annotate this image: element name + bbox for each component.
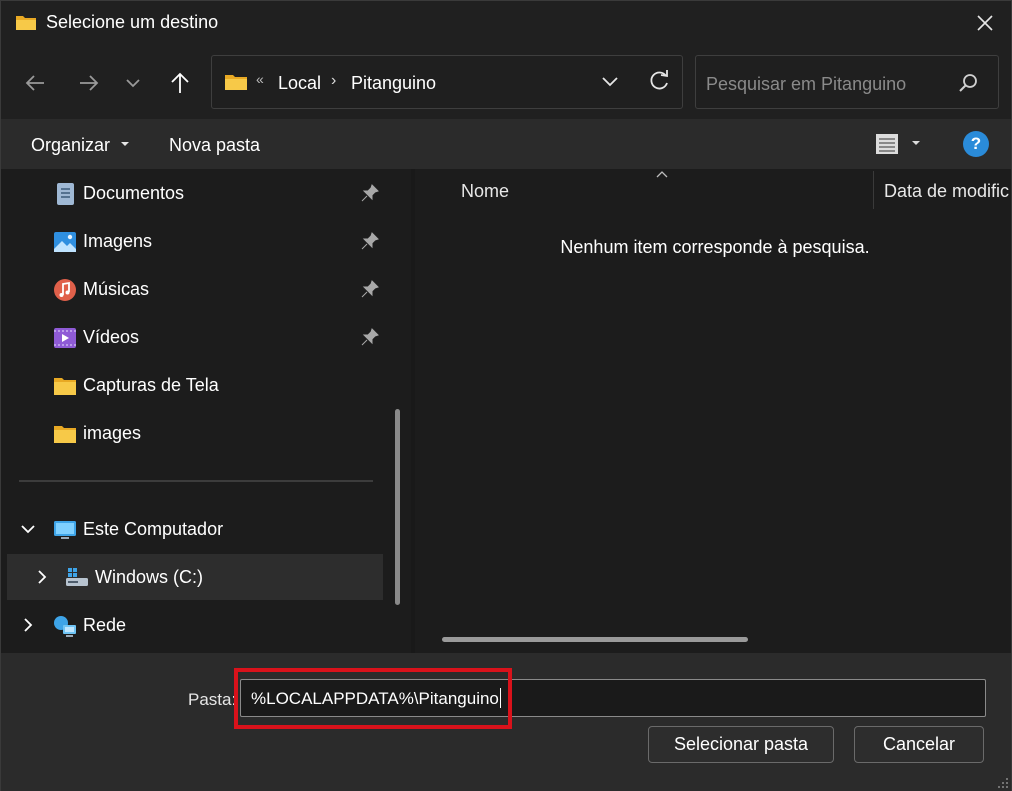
breadcrumb-local[interactable]: Local	[278, 73, 321, 94]
column-header-nome[interactable]: Nome	[461, 181, 509, 202]
dialog-footer: Pasta: %LOCALAPPDATA%\Pitanguino Selecio…	[1, 653, 1011, 791]
sidebar-item-label: Imagens	[83, 231, 153, 251]
organize-menu[interactable]: Organizar	[31, 135, 131, 156]
sidebar-item-videos[interactable]: Vídeos	[7, 314, 383, 360]
chevron-right-icon[interactable]	[33, 568, 51, 586]
sidebar-item-label: Capturas de Tela	[83, 375, 219, 395]
select-folder-button[interactable]: Selecionar pasta	[648, 726, 834, 763]
back-button[interactable]	[17, 67, 53, 99]
arrow-up-icon	[171, 72, 189, 93]
overflow-chevrons[interactable]: «	[256, 71, 264, 87]
close-icon	[977, 15, 993, 31]
folder-icon	[54, 378, 76, 395]
drive-icon	[66, 568, 88, 586]
sidebar-item-windows-c[interactable]: Windows (C:)	[7, 554, 383, 600]
details-view-icon[interactable]	[873, 131, 901, 157]
caret-down-icon	[121, 142, 130, 146]
folder-icon	[225, 75, 247, 90]
folder-icon	[16, 16, 36, 30]
sidebar-item-rede[interactable]: Rede	[7, 602, 383, 648]
sidebar-item-imagens[interactable]: Imagens	[7, 218, 383, 264]
chevron-down-icon[interactable]	[19, 520, 37, 538]
sidebar-item-documentos[interactable]: Documentos	[7, 170, 383, 216]
chevron-right-icon[interactable]	[19, 616, 37, 634]
sidebar-item-label: Documentos	[83, 183, 185, 203]
arrow-left-icon	[25, 75, 44, 91]
chevron-down-icon	[126, 79, 140, 88]
navigation-pane: Documentos Imagens Músicas Vídeos Captur…	[1, 169, 411, 653]
breadcrumb-separator[interactable]: ›	[331, 72, 336, 90]
recent-locations-button[interactable]	[115, 67, 151, 99]
sidebar-item-label: Rede	[83, 615, 127, 635]
sidebar-item-label: Vídeos	[83, 327, 140, 347]
sidebar-item-label: Músicas	[83, 279, 150, 299]
highlight-annotation	[234, 668, 512, 729]
column-divider[interactable]	[873, 171, 874, 209]
document-icon	[57, 183, 74, 205]
organize-label: Organizar	[31, 135, 111, 155]
arrow-right-icon	[80, 75, 99, 91]
command-bar: Organizar Nova pasta ?	[1, 119, 1011, 169]
network-icon	[54, 616, 76, 637]
sidebar-item-label: Windows (C:)	[95, 567, 204, 587]
pin-icon[interactable]	[361, 232, 379, 250]
music-icon	[54, 279, 76, 301]
empty-state: Nenhum item corresponde à pesquisa.	[415, 237, 1011, 258]
sidebar-item-images[interactable]: images	[7, 410, 383, 456]
search-icon[interactable]	[958, 72, 980, 94]
new-folder-button[interactable]: Nova pasta	[169, 135, 260, 156]
pin-icon[interactable]	[361, 184, 379, 202]
caret-down-icon[interactable]	[909, 136, 923, 150]
folder-field-label: Pasta:	[188, 690, 237, 709]
computer-icon	[54, 521, 76, 539]
help-icon[interactable]: ?	[963, 131, 989, 157]
folder-icon	[54, 426, 76, 443]
empty-message: Nenhum item corresponde à pesquisa.	[560, 237, 870, 257]
sidebar-scrollbar[interactable]	[395, 409, 400, 605]
window-title: Selecione um destino	[46, 12, 219, 32]
address-bar[interactable]: « Local › Pitanguino	[211, 55, 683, 109]
sidebar-item-label: Este Computador	[83, 519, 224, 539]
pin-icon[interactable]	[361, 328, 379, 346]
search-input[interactable]: Pesquisar em Pitanguino	[695, 55, 999, 109]
search-placeholder: Pesquisar em Pitanguino	[706, 74, 907, 94]
pictures-icon	[54, 232, 76, 252]
sidebar-item-este-computador[interactable]: Este Computador	[7, 506, 383, 552]
breadcrumb-pitanguino[interactable]: Pitanguino	[351, 73, 436, 94]
cancel-button[interactable]: Cancelar	[854, 726, 984, 763]
pin-icon[interactable]	[361, 280, 379, 298]
up-button[interactable]	[162, 67, 198, 99]
sidebar-divider	[19, 480, 373, 482]
sort-ascending-icon	[656, 171, 668, 178]
sidebar-item-capturas-de-tela[interactable]: Capturas de Tela	[7, 362, 383, 408]
chevron-down-icon[interactable]	[598, 70, 622, 94]
sidebar-item-musicas[interactable]: Músicas	[7, 266, 383, 312]
title-bar: Selecione um destino	[1, 1, 1011, 45]
forward-button[interactable]	[71, 67, 107, 99]
resize-grip-icon[interactable]	[995, 775, 1009, 789]
horizontal-scrollbar[interactable]	[442, 637, 748, 642]
folder-picker-dialog: Selecione um destino « Local › Pitanguin…	[0, 0, 1012, 791]
videos-icon	[54, 328, 76, 348]
column-header-data-modificacao[interactable]: Data de modific	[884, 181, 1009, 202]
refresh-icon[interactable]	[646, 68, 672, 94]
sidebar-item-label: images	[83, 423, 142, 443]
close-button[interactable]	[959, 1, 1011, 45]
file-list: Nome Data de modific Nenhum item corresp…	[415, 169, 1011, 653]
navigation-bar: « Local › Pitanguino Pesquisar em Pitang…	[1, 45, 1011, 119]
